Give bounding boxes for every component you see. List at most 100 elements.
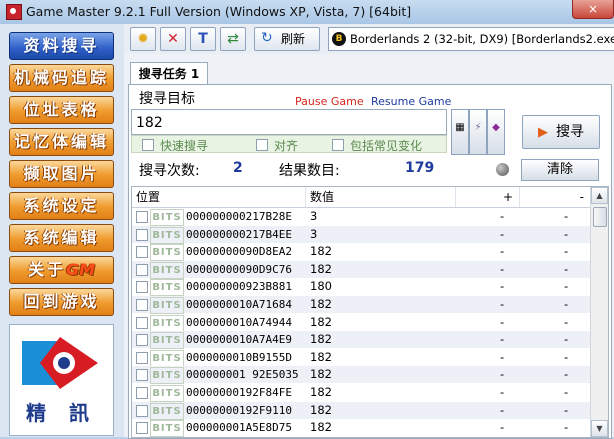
table-row[interactable]: BITS 000000001 92E5035 182 - - xyxy=(132,366,590,385)
row-minus[interactable]: - xyxy=(564,419,568,436)
row-checkbox[interactable] xyxy=(136,404,148,417)
column-address[interactable]: 位置 xyxy=(132,187,306,207)
row-value[interactable]: 3 xyxy=(310,208,317,225)
row-value[interactable]: 182 xyxy=(310,331,332,348)
text-button[interactable]: T xyxy=(190,27,216,51)
align-checkbox[interactable] xyxy=(256,139,268,151)
table-row[interactable]: BITS 000000001A5E8D75 182 - - xyxy=(132,419,590,437)
row-plus[interactable]: - xyxy=(500,402,504,419)
row-plus[interactable]: - xyxy=(500,314,504,331)
table-row[interactable]: BITS 0000000010A7A4E9 182 - - xyxy=(132,331,590,350)
row-value[interactable]: 182 xyxy=(310,419,332,436)
search-button[interactable]: ▶ 搜寻 xyxy=(522,115,600,149)
resume-game-link[interactable]: Resume Game xyxy=(371,95,451,108)
row-checkbox[interactable] xyxy=(136,263,148,276)
row-plus[interactable]: - xyxy=(500,419,504,436)
row-minus[interactable]: - xyxy=(564,278,568,295)
scroll-up-icon[interactable]: ▲ xyxy=(591,187,608,204)
scroll-thumb[interactable] xyxy=(593,207,607,227)
sidebar-item-return-game[interactable]: 回到游戏 xyxy=(9,288,114,316)
row-plus[interactable]: - xyxy=(500,331,504,348)
table-row[interactable]: BITS 0000000010A71684 182 - - xyxy=(132,296,590,314)
row-checkbox[interactable] xyxy=(136,369,148,382)
table-row[interactable]: BITS 000000000217B4EE 3 - - xyxy=(132,225,590,244)
new-search-button[interactable]: ✹ xyxy=(130,27,156,51)
table-row[interactable]: BITS 000000000923B881 180 - - xyxy=(132,278,590,297)
row-plus[interactable]: - xyxy=(500,226,504,243)
book-button[interactable]: ◆ xyxy=(487,109,505,155)
row-value[interactable]: 182 xyxy=(310,296,332,313)
sidebar-item-search[interactable]: 资料搜寻 xyxy=(9,32,114,60)
row-value[interactable]: 182 xyxy=(310,314,332,331)
row-checkbox[interactable] xyxy=(136,299,148,311)
search-value-input[interactable]: 182 xyxy=(131,109,447,135)
table-row[interactable]: BITS 0000000010A74944 182 - - xyxy=(132,314,590,332)
row-checkbox[interactable] xyxy=(136,281,148,294)
pause-game-link[interactable]: Pause Game xyxy=(295,95,364,108)
vertical-scrollbar[interactable]: ▲ ▼ xyxy=(590,187,608,437)
table-row[interactable]: BITS 00000000192F84FE 182 - - xyxy=(132,384,590,402)
column-value[interactable]: 数值 xyxy=(306,187,456,207)
sidebar-item-address-table[interactable]: 位址表格 xyxy=(9,96,114,124)
row-checkbox[interactable] xyxy=(136,387,148,399)
align-option[interactable]: 对齐 xyxy=(256,137,298,154)
row-value[interactable]: 182 xyxy=(310,349,332,366)
row-checkbox[interactable] xyxy=(136,246,148,259)
row-minus[interactable]: - xyxy=(564,384,568,401)
sidebar-item-system-edit[interactable]: 系统编辑 xyxy=(9,224,114,252)
wand-button[interactable]: ⚡ xyxy=(469,109,487,155)
row-value[interactable]: 182 xyxy=(310,243,332,260)
row-plus[interactable]: - xyxy=(500,296,504,313)
table-row[interactable]: BITS 0000000010B9155D 182 - - xyxy=(132,349,590,367)
include-variants-option[interactable]: 包括常见变化 xyxy=(332,137,422,154)
row-minus[interactable]: - xyxy=(564,261,568,278)
table-row[interactable]: BITS 00000000192F9110 182 - - xyxy=(132,401,590,420)
quick-search-option[interactable]: 快速搜寻 xyxy=(142,137,208,154)
tab-search-task[interactable]: 搜寻任务 1 xyxy=(130,62,208,85)
table-row[interactable]: BITS 00000000090D9C76 182 - - xyxy=(132,260,590,279)
row-plus[interactable]: - xyxy=(500,366,504,383)
row-value[interactable]: 182 xyxy=(310,261,332,278)
row-minus[interactable]: - xyxy=(564,366,568,383)
process-selector[interactable]: B Borderlands 2 (32-bit, DX9) [Borderland… xyxy=(328,27,614,51)
row-checkbox[interactable] xyxy=(136,422,148,435)
calculator-button[interactable]: ▦ xyxy=(451,109,469,155)
row-minus[interactable]: - xyxy=(564,349,568,366)
row-value[interactable]: 182 xyxy=(310,384,332,401)
close-button[interactable]: × xyxy=(572,0,614,19)
clear-button[interactable]: 清除 xyxy=(521,159,599,181)
table-row[interactable]: BITS 00000000090D8EA2 182 - - xyxy=(132,243,590,262)
scroll-down-icon[interactable]: ▼ xyxy=(591,420,608,437)
row-minus[interactable]: - xyxy=(564,243,568,260)
row-value[interactable]: 182 xyxy=(310,402,332,419)
row-minus[interactable]: - xyxy=(564,314,568,331)
sidebar-item-capture[interactable]: 撷取图片 xyxy=(9,160,114,188)
sidebar-item-about[interactable]: 关于GM xyxy=(9,256,114,284)
row-checkbox[interactable] xyxy=(136,334,148,347)
row-checkbox[interactable] xyxy=(136,211,148,223)
column-minus[interactable]: - xyxy=(520,187,590,207)
quick-search-checkbox[interactable] xyxy=(142,139,154,151)
include-variants-checkbox[interactable] xyxy=(332,139,344,151)
row-plus[interactable]: - xyxy=(500,349,504,366)
row-plus[interactable]: - xyxy=(500,261,504,278)
row-plus[interactable]: - xyxy=(500,243,504,260)
row-checkbox[interactable] xyxy=(136,351,148,364)
sidebar-item-settings[interactable]: 系统设定 xyxy=(9,192,114,220)
row-minus[interactable]: - xyxy=(564,208,568,225)
row-checkbox[interactable] xyxy=(136,228,148,241)
row-plus[interactable]: - xyxy=(500,208,504,225)
row-checkbox[interactable] xyxy=(136,316,148,329)
row-minus[interactable]: - xyxy=(564,296,568,313)
refresh-button[interactable]: ↻ 刷新 xyxy=(254,27,320,51)
sidebar-item-memory-edit[interactable]: 记忆体编辑 xyxy=(9,128,114,156)
table-row[interactable]: BITS 000000000217B28E 3 - - xyxy=(132,208,590,226)
row-minus[interactable]: - xyxy=(564,331,568,348)
row-value[interactable]: 3 xyxy=(310,226,317,243)
row-value[interactable]: 180 xyxy=(310,278,332,295)
sidebar-item-code-trace[interactable]: 机械码追踪 xyxy=(9,64,114,92)
row-minus[interactable]: - xyxy=(564,402,568,419)
column-plus[interactable]: + xyxy=(456,187,520,207)
row-plus[interactable]: - xyxy=(500,278,504,295)
delete-button[interactable]: ✕ xyxy=(160,27,186,51)
